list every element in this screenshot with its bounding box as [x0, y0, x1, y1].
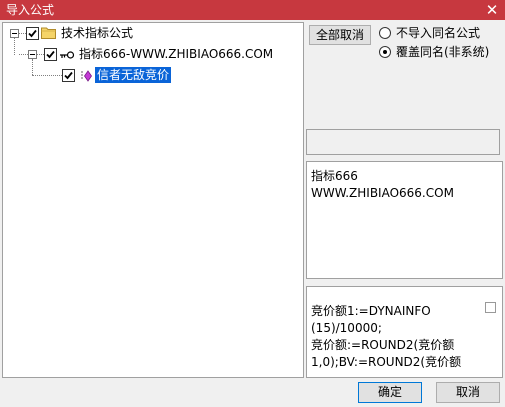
blank-field [306, 129, 500, 155]
radio-overwrite[interactable] [379, 46, 391, 58]
radio-no-import[interactable] [379, 27, 391, 39]
checkmark-icon [46, 50, 55, 59]
tree-connector [19, 33, 26, 34]
formula-icon [81, 70, 92, 82]
code-line-4: 1,0);BV:=ROUND2(竞价额 [311, 355, 462, 369]
formula-checkbox[interactable] [62, 69, 75, 82]
checkmark-icon [64, 71, 73, 80]
tree-group-label[interactable]: 指标666-WWW.ZHIBIAO666.COM [79, 46, 273, 62]
checkmark-icon [28, 29, 37, 38]
tree-connector [32, 59, 33, 75]
description-line-2: WWW.ZHIBIAO666.COM [311, 186, 454, 200]
radio-no-import-label[interactable]: 不导入同名公式 [396, 26, 480, 40]
code-option-checkbox[interactable] [485, 302, 496, 313]
formula-tree[interactable]: 技术指标公式 指标666-WWW.ZHIBIAO666.COM 信者无敌竞价 [2, 22, 304, 378]
tree-connector [14, 37, 15, 55]
title-bar[interactable]: 导入公式 ✕ [0, 0, 505, 20]
tree-connector [37, 54, 44, 55]
deselect-all-button[interactable]: 全部取消 [309, 25, 371, 45]
cancel-button[interactable]: 取消 [436, 382, 500, 403]
code-text: 竞价额1:=DYNAINFO (15)/10000; 竞价额:=ROUND2(竞… [311, 303, 479, 371]
group-checkbox[interactable] [44, 48, 57, 61]
tree-connector [19, 54, 28, 55]
tree-formula-label[interactable]: 信者无敌竞价 [95, 67, 172, 83]
code-line-2: (15)/10000; [311, 321, 382, 335]
close-button[interactable]: ✕ [483, 1, 501, 19]
formula-code-box[interactable]: 竞价额1:=DYNAINFO (15)/10000; 竞价额:=ROUND2(竞… [306, 286, 503, 378]
key-icon [60, 51, 75, 59]
root-checkbox[interactable] [26, 27, 39, 40]
tree-connector [32, 75, 62, 76]
folder-icon [41, 27, 56, 39]
code-line-3: 竞价额:=ROUND2(竞价额 [311, 338, 455, 352]
formula-description-box: 指标666 WWW.ZHIBIAO666.COM [306, 161, 503, 279]
radio-overwrite-label[interactable]: 覆盖同名(非系统) [396, 45, 489, 59]
description-text: 指标666 WWW.ZHIBIAO666.COM [311, 168, 454, 202]
group-collapse-toggle[interactable] [28, 50, 37, 59]
window-title: 导入公式 [6, 3, 55, 17]
code-line-1: 竞价额1:=DYNAINFO [311, 304, 431, 318]
ok-button[interactable]: 确定 [358, 382, 422, 403]
description-line-1: 指标666 [311, 169, 358, 183]
tree-root-label[interactable]: 技术指标公式 [61, 25, 133, 41]
import-formula-dialog: 导入公式 ✕ 技术指标公式 指标666-WWW.ZHIBIAO666.COM 信… [0, 0, 505, 407]
root-collapse-toggle[interactable] [10, 29, 19, 38]
